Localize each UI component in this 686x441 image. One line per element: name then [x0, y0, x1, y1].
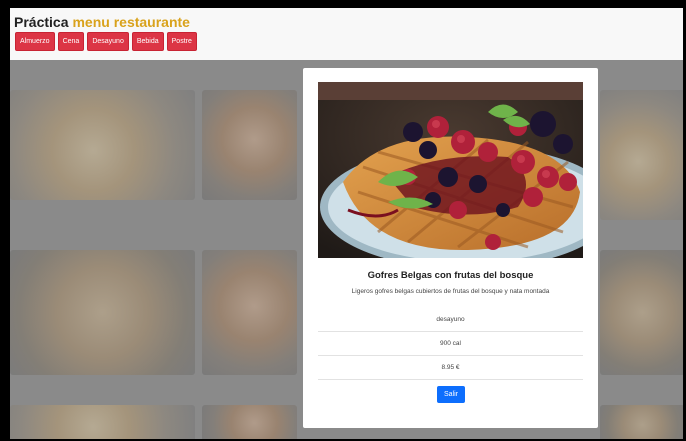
- dish-description: Ligeros gofres belgas cubiertos de fruta…: [351, 288, 550, 295]
- dish-photo: [318, 82, 583, 258]
- dish-modal: Gofres Belgas con frutas del bosque Lige…: [303, 68, 598, 428]
- title-accent: menu restaurante: [72, 14, 190, 30]
- menu-card-image: [600, 90, 683, 220]
- nav-button-cena[interactable]: Cena: [57, 32, 85, 51]
- dish-name: Gofres Belgas con frutas del bosque: [367, 270, 534, 281]
- nav-button-almuerzo[interactable]: Almuerzo: [15, 32, 55, 51]
- menu-card-image: [10, 90, 195, 200]
- menu-card-image: [202, 405, 297, 439]
- menu-card-image: [202, 90, 297, 200]
- nav-button-desayuno[interactable]: Desayuno: [87, 32, 129, 51]
- title-main: Práctica: [14, 14, 69, 30]
- exit-button[interactable]: Salir: [437, 386, 466, 403]
- dish-category: desayuno: [318, 308, 583, 332]
- page-header: Práctica menu restaurante Almuerzo Cena D…: [10, 8, 683, 60]
- menu-card-image: [10, 250, 195, 375]
- page-title: Práctica menu restaurante: [14, 14, 190, 30]
- menu-card-image: [600, 250, 683, 375]
- nav-button-bebida[interactable]: Bebida: [131, 32, 164, 51]
- category-nav: Almuerzo Cena Desayuno Bebida Postre: [15, 32, 197, 51]
- menu-card-image: [600, 405, 683, 439]
- menu-card-image: [10, 405, 195, 439]
- dish-calories: 900 cal: [318, 332, 583, 356]
- nav-button-postre[interactable]: Postre: [166, 32, 197, 51]
- waffle-berries-image: [318, 82, 583, 258]
- menu-card-image: [202, 250, 297, 375]
- dish-price: 8.95 €: [318, 356, 583, 380]
- browser-viewport: Práctica menu restaurante Almuerzo Cena D…: [10, 8, 683, 439]
